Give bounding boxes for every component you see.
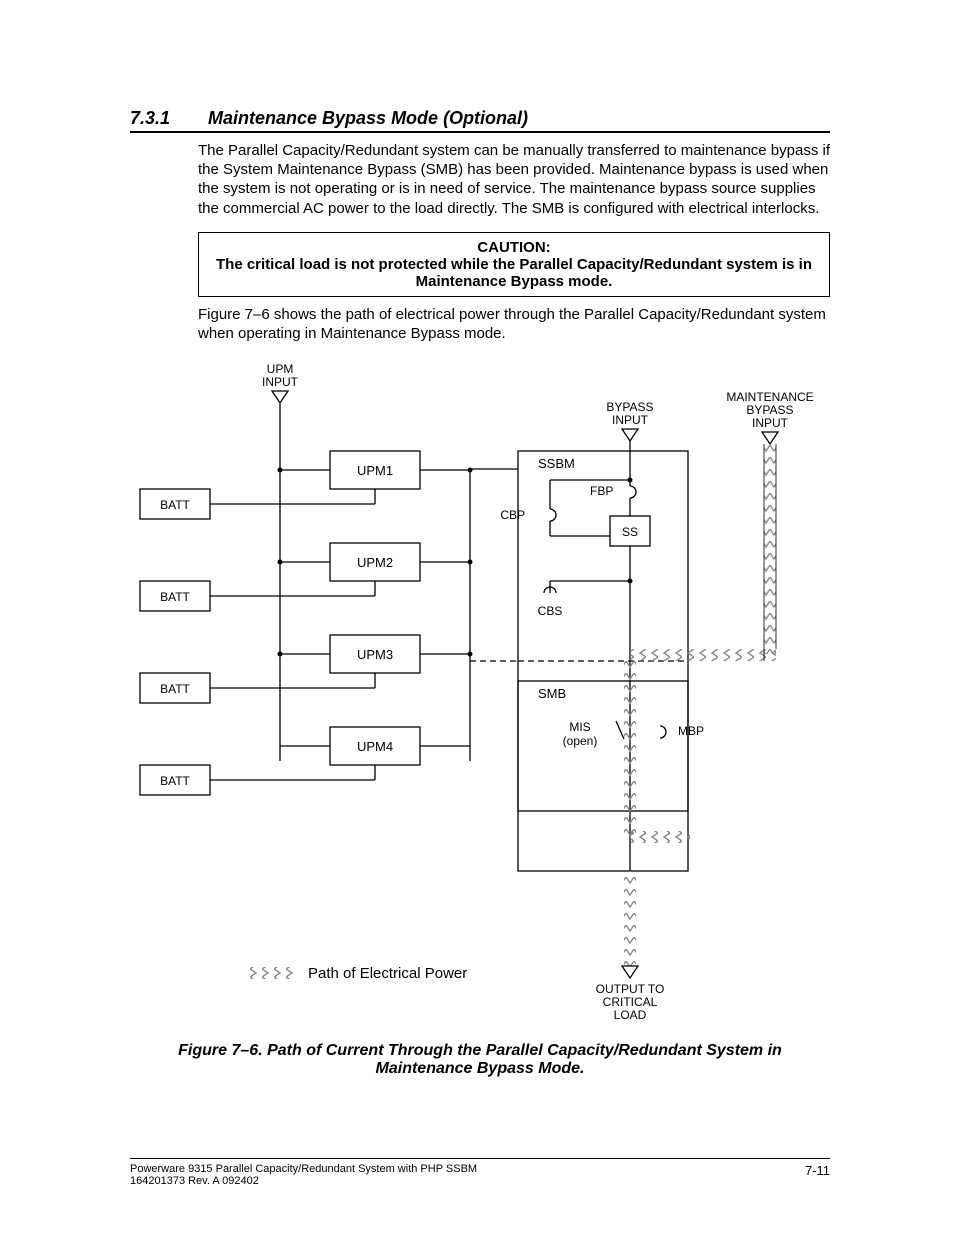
footer-line2: 164201373 Rev. A 092402 [130,1175,477,1187]
output-l1: OUTPUT TO [596,982,665,996]
diagram: UPM INPUT BYPASS INPUT MAINTENANCE BYPAS… [130,361,830,1026]
paragraph-2: Figure 7–6 shows the path of electrical … [198,305,830,343]
page-number: 7-11 [805,1163,830,1178]
batt1-label: BATT [160,498,190,512]
upm-input-l2: INPUT [262,375,299,389]
footer: Powerware 9315 Parallel Capacity/Redunda… [130,1158,830,1187]
ssbm-label: SSBM [538,456,575,471]
cbp-label: CBP [500,508,525,522]
cbs-label: CBS [538,604,563,618]
smb-label: SMB [538,686,566,701]
footer-line1: Powerware 9315 Parallel Capacity/Redunda… [130,1163,477,1175]
fbp-label: FBP [590,484,613,498]
paragraph-1: The Parallel Capacity/Redundant system c… [198,141,830,218]
upm3-label: UPM3 [357,647,393,662]
caution-box: CAUTION: The critical load is not protec… [198,232,830,297]
upm2-label: UPM2 [357,555,393,570]
upm4-label: UPM4 [357,739,393,754]
mbp-label: MBP [678,724,704,738]
upm1-label: UPM1 [357,463,393,478]
upm-group: UPM1 BATT UPM2 BATT [140,451,473,795]
bypass-input-l2: INPUT [612,413,649,427]
batt2-label: BATT [160,590,190,604]
batt3-label: BATT [160,682,190,696]
output-l2: CRITICAL [603,995,658,1009]
output-l3: LOAD [614,1008,647,1021]
maint-input-l1: MAINTENANCE [726,390,813,404]
mis-label: MIS [569,720,590,734]
batt4-label: BATT [160,774,190,788]
maint-input-l3: INPUT [752,416,789,430]
section-title: Maintenance Bypass Mode (Optional) [208,108,528,128]
caution-body: The critical load is not protected while… [209,256,819,290]
section-number: 7.3.1 [130,108,208,129]
caution-head: CAUTION: [209,239,819,256]
upm-input-l1: UPM [267,362,294,376]
maint-input-l2: BYPASS [746,403,793,417]
bypass-input-l1: BYPASS [606,400,653,414]
ss-label: SS [622,525,638,539]
figure-caption: Figure 7–6. Path of Current Through the … [130,1042,830,1078]
legend-label: Path of Electrical Power [308,965,467,982]
mis-open-label: (open) [563,734,598,748]
section-heading: 7.3.1Maintenance Bypass Mode (Optional) [130,108,830,133]
